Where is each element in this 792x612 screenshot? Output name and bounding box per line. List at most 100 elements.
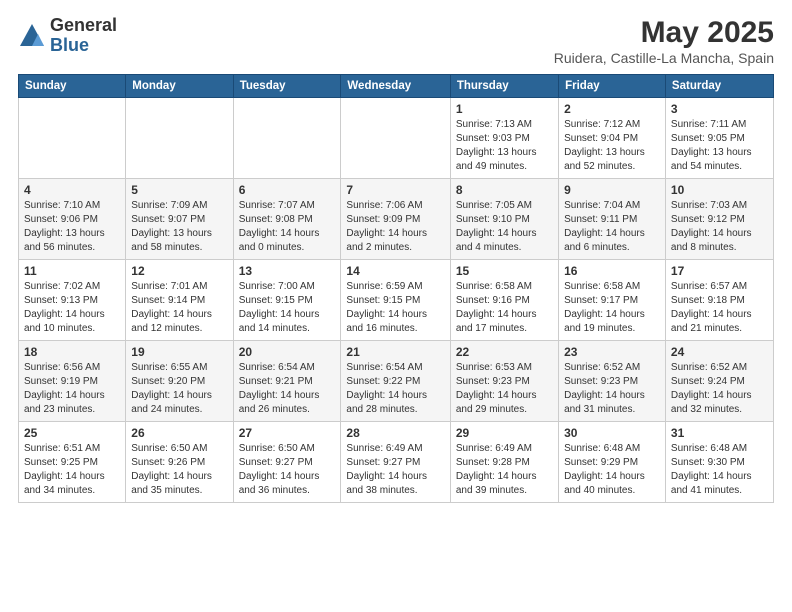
day-number: 31: [671, 426, 768, 440]
calendar-header-cell: Sunday: [19, 75, 126, 98]
day-number: 21: [346, 345, 444, 359]
calendar-header-cell: Thursday: [450, 75, 558, 98]
calendar-cell: 21 Sunrise: 6:54 AM Sunset: 9:22 PM Dayli…: [341, 341, 450, 422]
logo-text: General Blue: [50, 16, 117, 56]
calendar-cell: 14 Sunrise: 6:59 AM Sunset: 9:15 PM Dayli…: [341, 260, 450, 341]
logo-general: General: [50, 16, 117, 36]
calendar-header-cell: Wednesday: [341, 75, 450, 98]
day-number: 24: [671, 345, 768, 359]
day-info: Sunrise: 7:04 AM Sunset: 9:11 PM Dayligh…: [564, 199, 660, 255]
day-info: Sunrise: 6:50 AM Sunset: 9:27 PM Dayligh…: [239, 442, 336, 498]
day-info: Sunrise: 7:03 AM Sunset: 9:12 PM Dayligh…: [671, 199, 768, 255]
day-number: 16: [564, 264, 660, 278]
day-info: Sunrise: 7:01 AM Sunset: 9:14 PM Dayligh…: [131, 280, 227, 336]
day-info: Sunrise: 7:10 AM Sunset: 9:06 PM Dayligh…: [24, 199, 120, 255]
calendar-cell: 16 Sunrise: 6:58 AM Sunset: 9:17 PM Dayli…: [559, 260, 666, 341]
calendar-cell: 25 Sunrise: 6:51 AM Sunset: 9:25 PM Dayli…: [19, 422, 126, 503]
calendar-week-row: 1 Sunrise: 7:13 AM Sunset: 9:03 PM Daylig…: [19, 98, 774, 179]
day-info: Sunrise: 6:50 AM Sunset: 9:26 PM Dayligh…: [131, 442, 227, 498]
day-info: Sunrise: 7:06 AM Sunset: 9:09 PM Dayligh…: [346, 199, 444, 255]
calendar-table: SundayMondayTuesdayWednesdayThursdayFrid…: [18, 74, 774, 503]
day-info: Sunrise: 6:58 AM Sunset: 9:17 PM Dayligh…: [564, 280, 660, 336]
day-info: Sunrise: 7:07 AM Sunset: 9:08 PM Dayligh…: [239, 199, 336, 255]
day-info: Sunrise: 6:54 AM Sunset: 9:22 PM Dayligh…: [346, 361, 444, 417]
logo: General Blue: [18, 16, 117, 56]
day-number: 13: [239, 264, 336, 278]
day-number: 4: [24, 183, 120, 197]
calendar-cell: 17 Sunrise: 6:57 AM Sunset: 9:18 PM Dayli…: [665, 260, 773, 341]
day-info: Sunrise: 7:11 AM Sunset: 9:05 PM Dayligh…: [671, 118, 768, 174]
calendar-header-cell: Tuesday: [233, 75, 341, 98]
calendar-cell: 30 Sunrise: 6:48 AM Sunset: 9:29 PM Dayli…: [559, 422, 666, 503]
day-info: Sunrise: 7:12 AM Sunset: 9:04 PM Dayligh…: [564, 118, 660, 174]
day-number: 25: [24, 426, 120, 440]
day-number: 27: [239, 426, 336, 440]
calendar-cell: 28Sunrise: 6:49 AM Sunset: 9:27 PM Dayli…: [341, 422, 450, 503]
calendar-cell: 31 Sunrise: 6:48 AM Sunset: 9:30 PM Dayli…: [665, 422, 773, 503]
day-number: 17: [671, 264, 768, 278]
day-info: Sunrise: 6:57 AM Sunset: 9:18 PM Dayligh…: [671, 280, 768, 336]
calendar-cell: 24 Sunrise: 6:52 AM Sunset: 9:24 PM Dayli…: [665, 341, 773, 422]
calendar-cell: 23 Sunrise: 6:52 AM Sunset: 9:23 PM Dayli…: [559, 341, 666, 422]
title-area: May 2025 Ruidera, Castille-La Mancha, Sp…: [554, 16, 774, 66]
calendar-cell: 22 Sunrise: 6:53 AM Sunset: 9:23 PM Dayli…: [450, 341, 558, 422]
day-info: Sunrise: 6:51 AM Sunset: 9:25 PM Dayligh…: [24, 442, 120, 498]
day-number: 18: [24, 345, 120, 359]
day-number: 2: [564, 102, 660, 116]
day-info: Sunrise: 7:13 AM Sunset: 9:03 PM Dayligh…: [456, 118, 553, 174]
calendar-cell: 26 Sunrise: 6:50 AM Sunset: 9:26 PM Dayli…: [126, 422, 233, 503]
day-number: 26: [131, 426, 227, 440]
day-number: 14: [346, 264, 444, 278]
calendar-cell: [19, 98, 126, 179]
calendar-cell: 7 Sunrise: 7:06 AM Sunset: 9:09 PM Daylig…: [341, 179, 450, 260]
calendar-cell: 15Sunrise: 6:58 AM Sunset: 9:16 PM Dayli…: [450, 260, 558, 341]
day-number: 1: [456, 102, 553, 116]
calendar-cell: 12 Sunrise: 7:01 AM Sunset: 9:14 PM Dayli…: [126, 260, 233, 341]
logo-blue: Blue: [50, 36, 117, 56]
calendar-cell: 27 Sunrise: 6:50 AM Sunset: 9:27 PM Dayli…: [233, 422, 341, 503]
day-number: 19: [131, 345, 227, 359]
calendar-cell: 29Sunrise: 6:49 AM Sunset: 9:28 PM Dayli…: [450, 422, 558, 503]
day-number: 30: [564, 426, 660, 440]
calendar-cell: 20 Sunrise: 6:54 AM Sunset: 9:21 PM Dayli…: [233, 341, 341, 422]
calendar-cell: [341, 98, 450, 179]
calendar-cell: 11Sunrise: 7:02 AM Sunset: 9:13 PM Dayli…: [19, 260, 126, 341]
day-number: 20: [239, 345, 336, 359]
day-info: Sunrise: 6:49 AM Sunset: 9:27 PM Dayligh…: [346, 442, 444, 498]
calendar-cell: 10 Sunrise: 7:03 AM Sunset: 9:12 PM Dayli…: [665, 179, 773, 260]
day-info: Sunrise: 6:56 AM Sunset: 9:19 PM Dayligh…: [24, 361, 120, 417]
day-info: Sunrise: 6:59 AM Sunset: 9:15 PM Dayligh…: [346, 280, 444, 336]
day-info: Sunrise: 7:05 AM Sunset: 9:10 PM Dayligh…: [456, 199, 553, 255]
day-info: Sunrise: 6:48 AM Sunset: 9:30 PM Dayligh…: [671, 442, 768, 498]
calendar-cell: 8 Sunrise: 7:05 AM Sunset: 9:10 PM Daylig…: [450, 179, 558, 260]
calendar-cell: 6Sunrise: 7:07 AM Sunset: 9:08 PM Daylig…: [233, 179, 341, 260]
day-info: Sunrise: 6:52 AM Sunset: 9:23 PM Dayligh…: [564, 361, 660, 417]
day-number: 12: [131, 264, 227, 278]
day-info: Sunrise: 6:48 AM Sunset: 9:29 PM Dayligh…: [564, 442, 660, 498]
day-info: Sunrise: 6:55 AM Sunset: 9:20 PM Dayligh…: [131, 361, 227, 417]
calendar-week-row: 25 Sunrise: 6:51 AM Sunset: 9:25 PM Dayli…: [19, 422, 774, 503]
calendar-header-cell: Saturday: [665, 75, 773, 98]
day-info: Sunrise: 6:52 AM Sunset: 9:24 PM Dayligh…: [671, 361, 768, 417]
day-number: 29: [456, 426, 553, 440]
day-info: Sunrise: 7:09 AM Sunset: 9:07 PM Dayligh…: [131, 199, 227, 255]
calendar-week-row: 18 Sunrise: 6:56 AM Sunset: 9:19 PM Dayli…: [19, 341, 774, 422]
day-number: 10: [671, 183, 768, 197]
day-info: Sunrise: 6:54 AM Sunset: 9:21 PM Dayligh…: [239, 361, 336, 417]
calendar-cell: 5Sunrise: 7:09 AM Sunset: 9:07 PM Daylig…: [126, 179, 233, 260]
calendar-cell: 4 Sunrise: 7:10 AM Sunset: 9:06 PM Daylig…: [19, 179, 126, 260]
day-number: 9: [564, 183, 660, 197]
day-number: 8: [456, 183, 553, 197]
day-number: 7: [346, 183, 444, 197]
calendar-cell: 3Sunrise: 7:11 AM Sunset: 9:05 PM Daylig…: [665, 98, 773, 179]
day-number: 22: [456, 345, 553, 359]
day-info: Sunrise: 7:00 AM Sunset: 9:15 PM Dayligh…: [239, 280, 336, 336]
day-info: Sunrise: 6:53 AM Sunset: 9:23 PM Dayligh…: [456, 361, 553, 417]
calendar-week-row: 4 Sunrise: 7:10 AM Sunset: 9:06 PM Daylig…: [19, 179, 774, 260]
calendar-header-row: SundayMondayTuesdayWednesdayThursdayFrid…: [19, 75, 774, 98]
logo-icon: [18, 22, 46, 50]
calendar-header-cell: Monday: [126, 75, 233, 98]
calendar-cell: 18 Sunrise: 6:56 AM Sunset: 9:19 PM Dayli…: [19, 341, 126, 422]
calendar-cell: 2 Sunrise: 7:12 AM Sunset: 9:04 PM Daylig…: [559, 98, 666, 179]
day-number: 23: [564, 345, 660, 359]
